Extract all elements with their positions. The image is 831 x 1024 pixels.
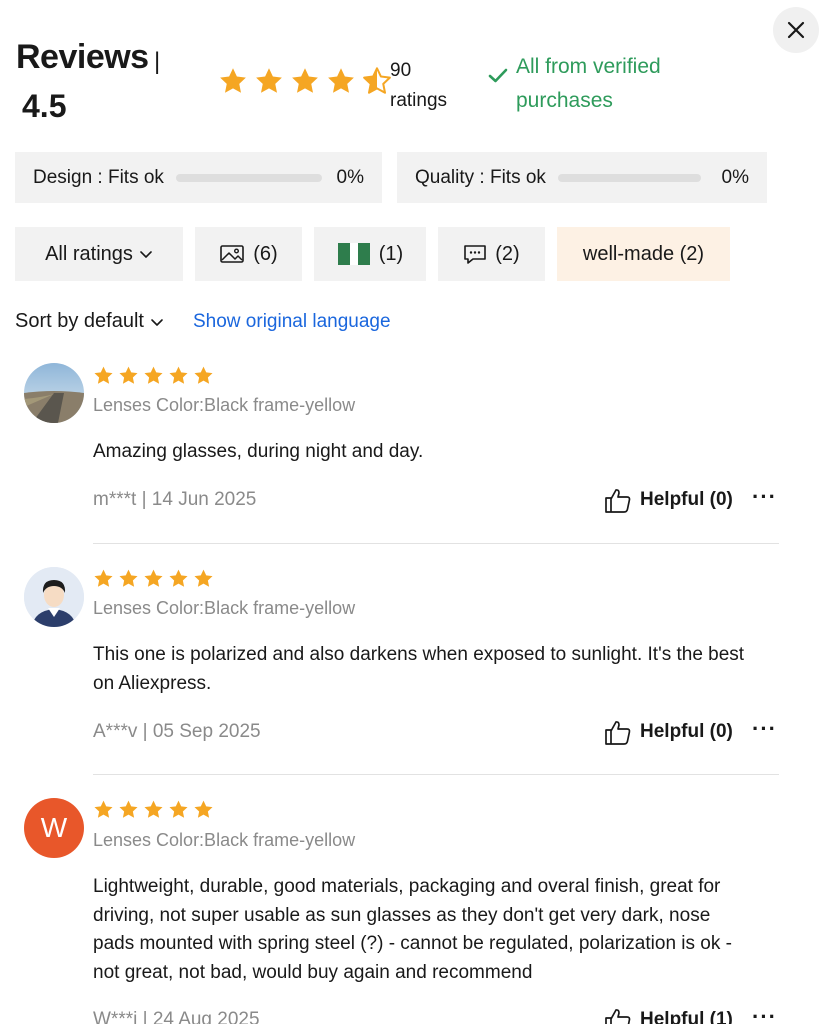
star-icon <box>328 68 354 93</box>
review-sku: Lenses Color:Black frame-yellow <box>93 395 356 415</box>
default-person-avatar <box>24 567 84 627</box>
star-icon <box>194 366 213 384</box>
thumbs-up-icon <box>605 489 631 513</box>
divider <box>93 774 779 775</box>
star-icon <box>144 366 163 384</box>
helpful-button[interactable]: Helpful (0) <box>604 718 733 746</box>
chevron-down-icon <box>151 318 163 326</box>
video-icon <box>337 243 370 265</box>
thumbs-up-icon <box>605 721 631 745</box>
star-icon <box>119 366 138 384</box>
star-icon <box>119 569 138 587</box>
helpful-button[interactable]: Helpful (1) <box>604 1006 733 1024</box>
star-icon <box>256 68 282 93</box>
image-icon <box>220 245 245 263</box>
ratings-number: 90 <box>390 60 412 81</box>
verified-text: All from verified purchases <box>516 55 661 112</box>
close-button[interactable] <box>773 7 819 53</box>
tag-filter-well-made[interactable]: well-made (2) <box>557 227 730 281</box>
comment-icon <box>464 245 487 264</box>
video-filter[interactable]: (1) <box>314 227 426 281</box>
verified-notice: All from verified purchases <box>488 50 706 118</box>
tag-label: well-made (2) <box>582 242 705 265</box>
all-ratings-label: All ratings <box>45 242 133 265</box>
helpful-label: Helpful (0) <box>640 721 733 742</box>
helpful-label: Helpful (0) <box>640 489 733 510</box>
page-title: Reviews <box>16 38 149 76</box>
avatar <box>24 363 84 423</box>
review-text: This one is polarized and also darkens w… <box>93 644 745 694</box>
avatar <box>24 567 84 627</box>
star-icon <box>292 68 318 93</box>
review-sku: Lenses Color:Black frame-yellow <box>93 830 356 850</box>
more-options-button[interactable]: ··· <box>752 484 777 510</box>
star-icon <box>94 800 113 818</box>
close-icon <box>787 21 805 39</box>
average-stars <box>218 66 392 96</box>
star-icon <box>144 800 163 818</box>
video-count: (1) <box>378 242 404 265</box>
attribute-label: Design : Fits ok <box>33 166 164 188</box>
half-star-icon <box>363 67 391 94</box>
star-icon <box>169 800 188 818</box>
star-icon <box>94 569 113 587</box>
star-icon <box>169 569 188 587</box>
review-sku: Lenses Color:Black frame-yellow <box>93 598 356 618</box>
avatar-letter: W <box>40 812 68 843</box>
chevron-down-icon <box>140 251 152 258</box>
attribute-percent: 0% <box>721 166 749 188</box>
sort-label: Sort by default <box>15 310 144 332</box>
review-text: Lightweight, durable, good materials, pa… <box>93 876 732 983</box>
review-meta: m***t | 14 Jun 2025 <box>93 489 257 510</box>
landscape-photo-avatar <box>24 363 84 423</box>
avatar: W <box>24 798 84 858</box>
ratings-label: ratings <box>390 90 448 111</box>
more-options-button[interactable]: ··· <box>752 716 777 742</box>
helpful-button[interactable]: Helpful (0) <box>604 486 733 514</box>
review-text: Amazing glasses, during night and day. <box>93 441 424 462</box>
divider <box>93 543 779 544</box>
show-original-language-link[interactable]: Show original language <box>193 311 391 333</box>
all-ratings-filter[interactable]: All ratings <box>15 227 183 281</box>
images-count: (6) <box>253 242 278 265</box>
comments-count: (2) <box>495 242 520 265</box>
review-meta: W***i | 24 Aug 2025 <box>93 1009 260 1024</box>
quality-attribute: Quality : Fits ok 0% <box>397 152 767 203</box>
star-icon <box>119 800 138 818</box>
review-meta: A***v | 05 Sep 2025 <box>93 721 261 742</box>
more-options-button[interactable]: ··· <box>752 1004 777 1024</box>
helpful-label: Helpful (1) <box>640 1009 733 1024</box>
review-stars <box>93 799 214 820</box>
sort-dropdown[interactable]: Sort by default <box>15 310 164 333</box>
star-icon <box>144 569 163 587</box>
review-stars <box>93 365 214 386</box>
thumbs-up-icon <box>605 1009 631 1024</box>
title-separator: | <box>154 48 161 75</box>
review-stars <box>93 568 214 589</box>
attribute-bar <box>557 173 701 182</box>
check-icon <box>488 68 508 83</box>
star-icon <box>194 800 213 818</box>
comments-filter[interactable]: (2) <box>438 227 545 281</box>
ratings-count: 90 ratings <box>390 56 470 116</box>
average-score: 4.5 <box>22 88 67 124</box>
star-icon <box>194 569 213 587</box>
attribute-label: Quality : Fits ok <box>415 166 546 188</box>
star-icon <box>169 366 188 384</box>
images-filter[interactable]: (6) <box>195 227 302 281</box>
attribute-bar <box>175 173 322 182</box>
attribute-percent: 0% <box>336 166 364 188</box>
star-icon <box>94 366 113 384</box>
star-icon <box>220 68 246 93</box>
design-attribute: Design : Fits ok 0% <box>15 152 382 203</box>
